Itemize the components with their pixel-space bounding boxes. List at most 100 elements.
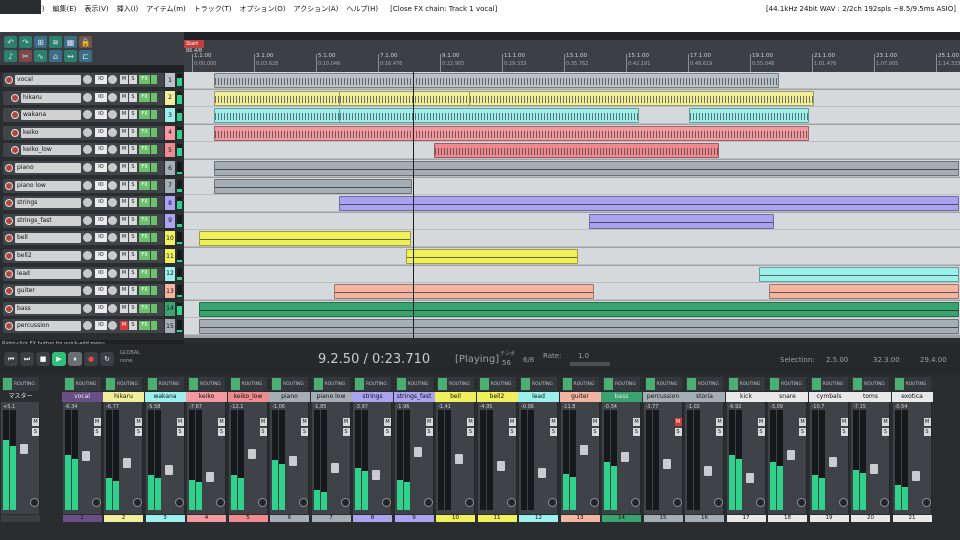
solo-button[interactable]: S: [129, 92, 137, 102]
pan-knob[interactable]: [838, 498, 848, 507]
record-arm-button[interactable]: [11, 93, 19, 102]
pan-knob[interactable]: [216, 498, 225, 507]
fx-bypass-button[interactable]: [151, 75, 157, 84]
solo-button[interactable]: S: [218, 428, 225, 436]
volume-knob[interactable]: [83, 92, 92, 102]
strip-name[interactable]: cymbals: [808, 392, 850, 402]
strip-name[interactable]: bass: [601, 392, 642, 402]
solo-button[interactable]: S: [342, 428, 350, 436]
go-end-button[interactable]: ⏭: [20, 352, 34, 366]
track-header[interactable]: wakana IO M S FX 3: [0, 107, 184, 123]
media-item[interactable]: [214, 178, 412, 194]
volume-fader[interactable]: [330, 463, 339, 473]
fx-button[interactable]: [189, 378, 198, 390]
volume-knob[interactable]: [83, 163, 92, 172]
pan-knob[interactable]: [423, 498, 433, 507]
mute-button[interactable]: M: [757, 418, 765, 426]
item-lock-button[interactable]: ⌂: [49, 50, 62, 62]
fx-button[interactable]: FX: [139, 75, 150, 84]
fx-button[interactable]: FX: [139, 180, 150, 190]
track-header[interactable]: strings IO M S FX 8: [0, 195, 184, 211]
track-header[interactable]: percussion IO M S FX 15: [0, 318, 184, 334]
menu-item[interactable]: 編集(E): [49, 4, 81, 14]
io-button[interactable]: IO: [95, 215, 107, 225]
track-header[interactable]: bell2 IO M S FX 11: [0, 248, 184, 264]
solo-button[interactable]: S: [757, 428, 765, 436]
media-item[interactable]: [214, 161, 959, 176]
io-button[interactable]: IO: [95, 321, 107, 331]
mute-button[interactable]: M: [120, 251, 128, 260]
menu-item[interactable]: 表示(V): [80, 4, 112, 14]
track-name[interactable]: hikaru: [21, 92, 81, 103]
start-marker[interactable]: Start: [184, 40, 204, 48]
pan-knob[interactable]: [108, 127, 117, 137]
volume-fader[interactable]: [289, 456, 297, 466]
menu-item[interactable]: トラック(T): [190, 4, 236, 14]
mute-button[interactable]: M: [301, 418, 308, 426]
menu-item[interactable]: 挿入(I): [113, 4, 143, 14]
mute-button[interactable]: M: [508, 418, 516, 426]
strip-name[interactable]: strings_fast: [393, 392, 435, 402]
pan-knob[interactable]: [108, 92, 117, 102]
mute-button[interactable]: M: [467, 418, 474, 426]
fx-button[interactable]: FX: [139, 198, 150, 208]
mute-button[interactable]: M: [591, 418, 599, 426]
mute-button[interactable]: M: [120, 198, 128, 208]
fx-button[interactable]: FX: [139, 303, 150, 313]
volume-fader[interactable]: [455, 454, 463, 464]
strip-name[interactable]: kick: [725, 392, 767, 402]
mute-button[interactable]: M: [120, 268, 128, 278]
media-item[interactable]: [214, 73, 779, 88]
strip-name[interactable]: keiko: [186, 392, 227, 402]
pan-knob[interactable]: [755, 498, 765, 507]
selection-length[interactable]: 29.4.00: [920, 356, 947, 364]
fx-bypass-button[interactable]: [151, 145, 157, 155]
solo-button[interactable]: S: [129, 75, 137, 84]
mute-button[interactable]: M: [120, 321, 128, 331]
menu-item[interactable]: ヘルプ(H): [342, 4, 382, 14]
routing-button[interactable]: ROUTING: [159, 382, 180, 387]
mute-button[interactable]: M: [923, 418, 931, 426]
solo-button[interactable]: S: [129, 145, 137, 155]
track-header[interactable]: lead IO M S FX 12: [0, 266, 184, 282]
solo-button[interactable]: S: [467, 428, 474, 436]
media-item[interactable]: [689, 108, 809, 124]
track-name[interactable]: piano low: [15, 180, 81, 191]
track-name[interactable]: wakana: [21, 110, 81, 121]
pan-knob[interactable]: [30, 498, 39, 507]
menu-item[interactable]: アクション(A): [290, 4, 343, 14]
routing-button[interactable]: ROUTING: [864, 382, 885, 387]
solo-button[interactable]: S: [32, 428, 39, 436]
volume-knob[interactable]: [83, 127, 92, 137]
mute-button[interactable]: M: [882, 418, 889, 426]
fx-bypass-button[interactable]: [151, 268, 157, 278]
track-header[interactable]: keiko IO M S FX 4: [0, 125, 184, 141]
track-header[interactable]: keiko_low IO M S FX 5: [0, 142, 184, 158]
volume-fader[interactable]: [621, 452, 629, 462]
volume-fader[interactable]: [372, 470, 380, 480]
pan-knob[interactable]: [506, 498, 516, 507]
cut-button[interactable]: ✂: [19, 50, 32, 62]
fx-bypass-button[interactable]: [151, 251, 157, 260]
go-start-button[interactable]: ⏮: [4, 352, 18, 366]
solo-button[interactable]: S: [129, 215, 137, 225]
volume-fader[interactable]: [123, 458, 131, 468]
fx-button[interactable]: [687, 378, 696, 390]
track-name[interactable]: keiko_low: [21, 145, 81, 156]
fx-button[interactable]: FX: [139, 145, 150, 155]
mute-button[interactable]: M: [120, 110, 128, 120]
routing-button[interactable]: ROUTING: [76, 382, 97, 387]
fx-button[interactable]: FX: [139, 321, 150, 331]
solo-button[interactable]: S: [93, 428, 101, 436]
record-arm-button[interactable]: [5, 216, 13, 225]
media-item[interactable]: [589, 213, 774, 229]
track-name[interactable]: strings_fast: [15, 215, 81, 226]
fx-bypass-button[interactable]: [151, 110, 157, 120]
pan-knob[interactable]: [108, 75, 117, 84]
routing-button[interactable]: ROUTING: [740, 382, 761, 387]
pan-knob[interactable]: [382, 498, 391, 507]
track-name[interactable]: percussion: [15, 321, 81, 332]
lock-button[interactable]: 🔒: [79, 36, 92, 48]
pan-knob[interactable]: [174, 498, 184, 507]
menu-item[interactable]: アイテム(m): [142, 4, 190, 14]
